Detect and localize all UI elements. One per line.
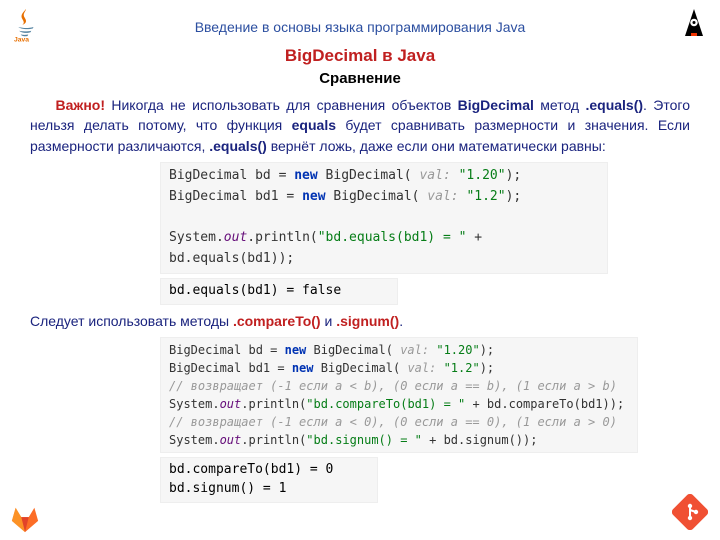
result-equals: bd.equals(bd1) = false	[160, 278, 398, 305]
code-block-compareto: BigDecimal bd = new BigDecimal( val: "1.…	[160, 337, 638, 453]
duke-mascot-icon	[676, 6, 712, 42]
paragraph-warning: Важно! Никогда не использовать для сравн…	[30, 95, 690, 156]
subtitle: BigDecimal в Java	[0, 46, 720, 66]
page-title: Введение в основы языка программирования…	[44, 19, 676, 35]
content-area: Важно! Никогда не использовать для сравн…	[0, 87, 720, 503]
paragraph-recommendation: Следует использовать методы .compareTo()…	[30, 311, 690, 331]
important-label: Важно!	[56, 97, 106, 113]
section-heading: Сравнение	[0, 70, 720, 87]
result-compareto: bd.compareTo(bd1) = 0 bd.signum() = 1	[160, 457, 378, 503]
java-logo-icon: Java	[8, 6, 44, 42]
gitlab-icon	[10, 504, 40, 532]
code-block-equals: BigDecimal bd = new BigDecimal( val: "1.…	[160, 162, 608, 274]
svg-text:Java: Java	[14, 36, 29, 42]
header: Java Введение в основы языка программиро…	[0, 0, 720, 42]
git-icon	[672, 494, 708, 530]
